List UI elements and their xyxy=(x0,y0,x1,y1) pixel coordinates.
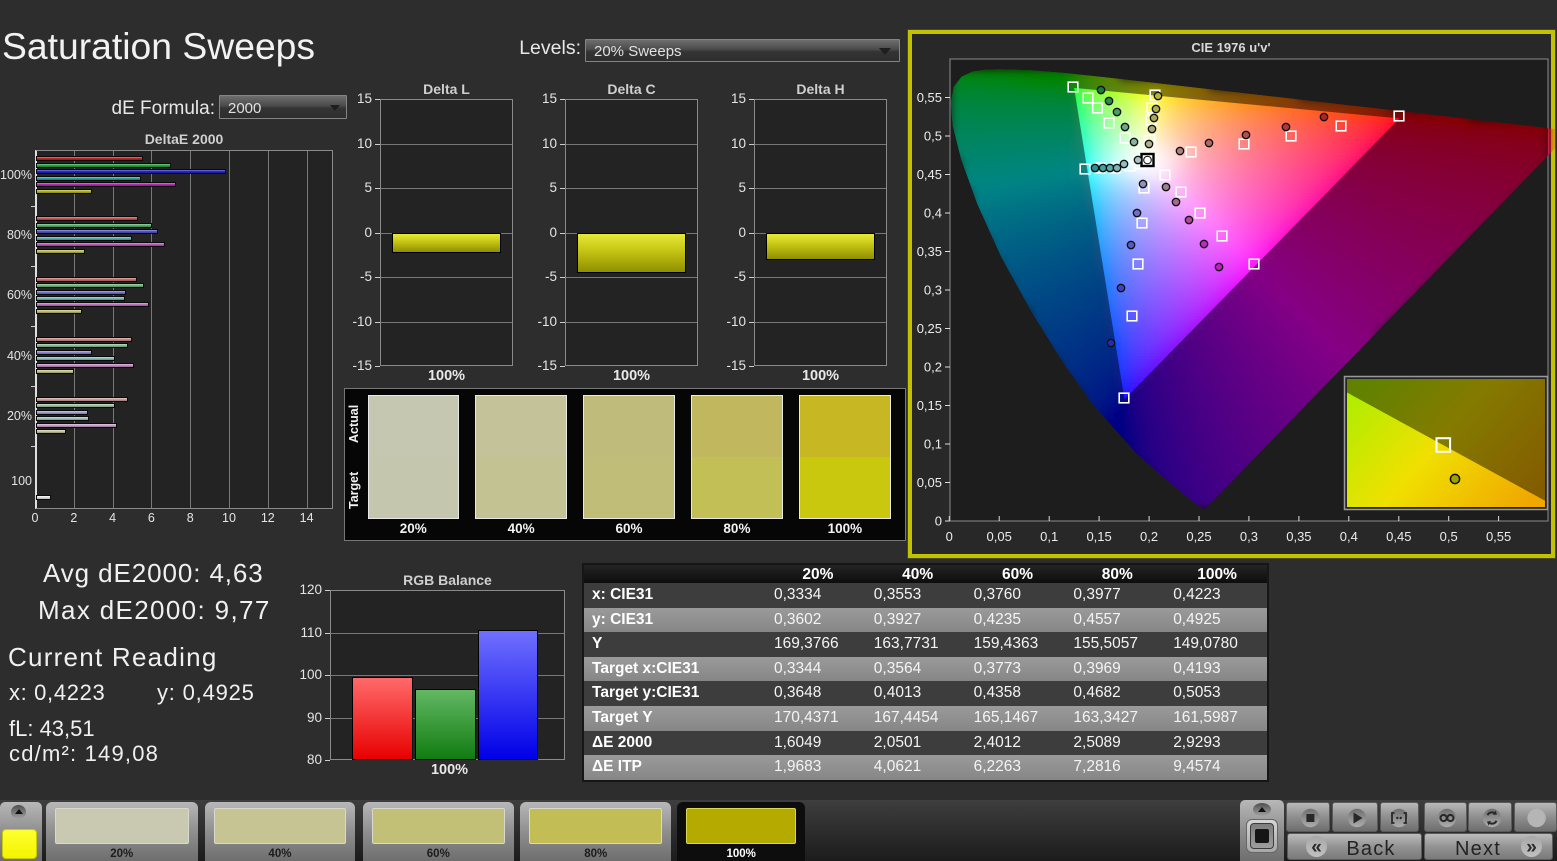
svg-text:0,05: 0,05 xyxy=(917,475,942,490)
svg-text:0,45: 0,45 xyxy=(917,167,942,182)
svg-text:0,3: 0,3 xyxy=(1240,529,1258,544)
svg-text:0,05: 0,05 xyxy=(987,529,1012,544)
svg-text:0,35: 0,35 xyxy=(917,244,942,259)
svg-text:0,4: 0,4 xyxy=(924,206,942,221)
svg-text:0: 0 xyxy=(946,529,953,544)
svg-text:0,35: 0,35 xyxy=(1286,529,1311,544)
svg-text:CIE 1976 u'v': CIE 1976 u'v' xyxy=(1191,40,1270,55)
svg-text:0,55: 0,55 xyxy=(917,90,942,105)
svg-text:0,1: 0,1 xyxy=(1040,529,1058,544)
svg-text:0,45: 0,45 xyxy=(1386,529,1411,544)
svg-text:0,25: 0,25 xyxy=(917,321,942,336)
svg-text:0,1: 0,1 xyxy=(924,437,942,452)
svg-text:0: 0 xyxy=(935,514,942,529)
svg-text:0,5: 0,5 xyxy=(1440,529,1458,544)
svg-text:0,55: 0,55 xyxy=(1486,529,1511,544)
svg-text:0,15: 0,15 xyxy=(917,398,942,413)
svg-text:0,5: 0,5 xyxy=(924,129,942,144)
svg-text:0,4: 0,4 xyxy=(1340,529,1358,544)
svg-text:0,15: 0,15 xyxy=(1086,529,1111,544)
svg-text:0,2: 0,2 xyxy=(1140,529,1158,544)
svg-text:0,2: 0,2 xyxy=(924,360,942,375)
svg-text:0,25: 0,25 xyxy=(1186,529,1211,544)
svg-text:0,3: 0,3 xyxy=(924,283,942,298)
